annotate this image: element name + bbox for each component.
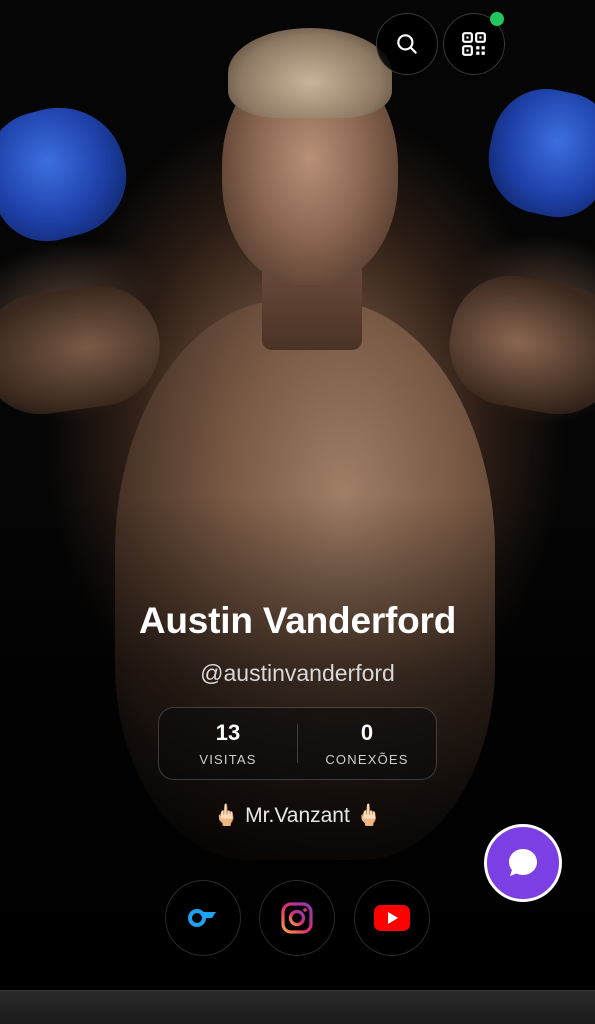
- qr-code-icon: [462, 32, 486, 56]
- chat-bubble-icon: [509, 849, 537, 876]
- bottom-bar: [0, 990, 595, 1024]
- online-status-dot: [490, 12, 504, 26]
- stat-connections[interactable]: 0 CONEXÕES: [298, 708, 436, 779]
- chat-button[interactable]: [484, 824, 562, 902]
- profile-bio: 🖕🏻 Mr.Vanzant 🖕🏻: [213, 804, 382, 827]
- stat-connections-label: CONEXÕES: [325, 752, 409, 767]
- stat-visits-label: VISITAS: [199, 752, 257, 767]
- profile-handle: @austinvanderford: [200, 660, 395, 686]
- youtube-link-button[interactable]: [354, 880, 430, 956]
- search-button[interactable]: [376, 13, 438, 75]
- profile-stats: 13 VISITAS 0 CONEXÕES: [158, 707, 437, 780]
- onlyfans-icon: [188, 909, 216, 927]
- stat-visits[interactable]: 13 VISITAS: [159, 708, 297, 779]
- onlyfans-link-button[interactable]: [165, 880, 241, 956]
- stat-visits-value: 13: [215, 720, 241, 745]
- youtube-icon: [374, 905, 410, 931]
- profile-page: Austin Vanderford @austinvanderford 13 V…: [0, 0, 595, 1024]
- search-icon: [397, 34, 417, 54]
- instagram-link-button[interactable]: [259, 880, 335, 956]
- profile-name: Austin Vanderford: [138, 600, 457, 641]
- instagram-icon: [281, 902, 313, 934]
- stat-connections-value: 0: [360, 720, 374, 745]
